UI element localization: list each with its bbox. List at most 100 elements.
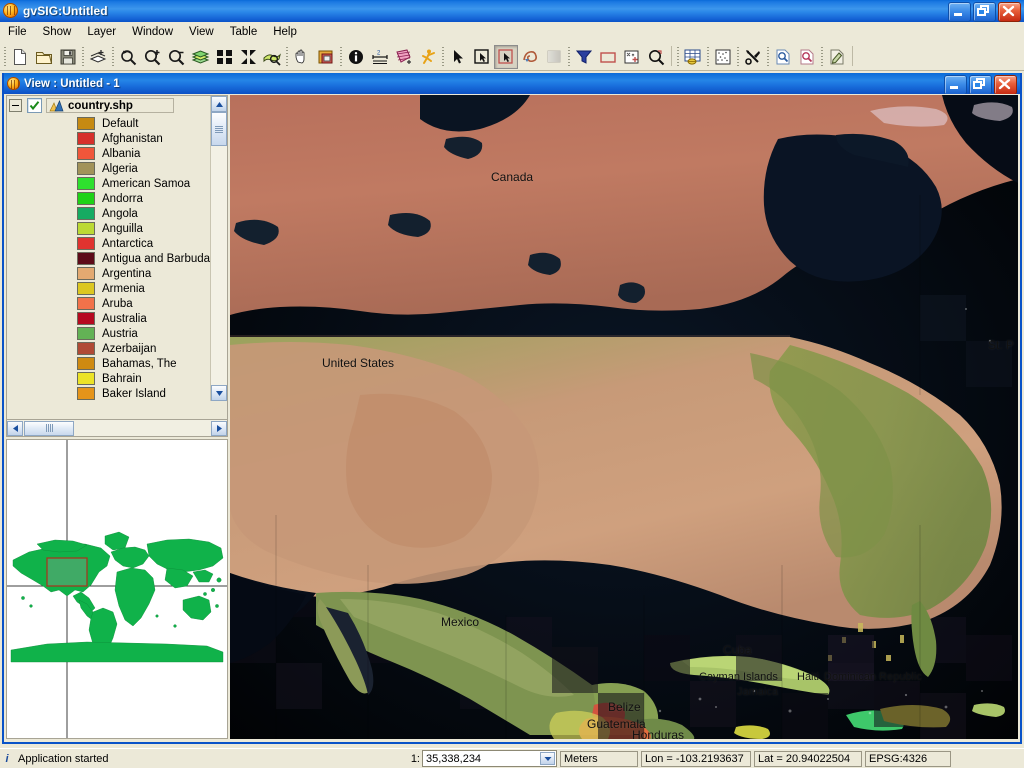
scroll-right-arrow-icon[interactable] (211, 421, 227, 436)
legend-item[interactable]: Azerbaijan (7, 341, 212, 356)
map-canvas[interactable]: CanadaUnited StatesSt. PMexicoCubaCayman… (230, 95, 1018, 739)
legend-item[interactable]: Andorra (7, 191, 212, 206)
layer-tree-root[interactable]: country.shp (7, 96, 212, 115)
projection-field[interactable]: EPSG:4326 (865, 751, 951, 767)
legend-item[interactable]: Australia (7, 311, 212, 326)
info-circle-icon[interactable] (344, 45, 368, 69)
select-by-layer-icon[interactable] (596, 45, 620, 69)
scroll-left-arrow-icon[interactable] (7, 421, 23, 436)
legend-item[interactable]: Bahrain (7, 371, 212, 386)
attribute-table-icon[interactable] (681, 45, 705, 69)
menu-table[interactable]: Table (222, 23, 266, 42)
legend-color-swatch[interactable] (77, 297, 95, 310)
search-magnifier-icon[interactable] (644, 45, 668, 69)
legend-item[interactable]: Bahamas, The (7, 356, 212, 371)
tools-wrench-icon[interactable] (741, 45, 765, 69)
legend-color-swatch[interactable] (77, 282, 95, 295)
legend-color-swatch[interactable] (77, 192, 95, 205)
layers-stack-icon[interactable] (188, 45, 212, 69)
edit-page-pencil-icon[interactable] (825, 45, 849, 69)
legend-item[interactable]: Armenia (7, 281, 212, 296)
full-extent-icon[interactable] (236, 45, 260, 69)
minimize-button[interactable] (948, 2, 971, 22)
filter-funnel-icon[interactable] (572, 45, 596, 69)
chevron-down-icon[interactable] (540, 752, 555, 765)
layer-item-country-shp[interactable]: country.shp (46, 98, 174, 113)
import-page-red-icon[interactable] (795, 45, 819, 69)
legend-item[interactable]: Albania (7, 146, 212, 161)
select-polygon-icon[interactable] (494, 45, 518, 69)
legend-item[interactable]: Antigua and Barbuda (7, 251, 212, 266)
menu-window[interactable]: Window (124, 23, 181, 42)
zoom-out-icon[interactable] (164, 45, 188, 69)
toc-horizontal-scrollbar[interactable] (6, 420, 228, 437)
legend-color-swatch[interactable] (77, 132, 95, 145)
legend-item[interactable]: Antarctica (7, 236, 212, 251)
zoom-back-icon[interactable] (116, 45, 140, 69)
legend-item[interactable]: Aruba (7, 296, 212, 311)
legend-item[interactable]: Baker Island (7, 386, 212, 401)
legend-item[interactable]: Afghanistan (7, 131, 212, 146)
geometry-add-icon[interactable] (620, 45, 644, 69)
arrow-pointer-icon[interactable] (446, 45, 470, 69)
pan-hand-map-icon[interactable] (260, 45, 284, 69)
menu-show[interactable]: Show (35, 23, 80, 42)
select-rectangle-icon[interactable] (470, 45, 494, 69)
clear-selection-icon[interactable] (542, 45, 566, 69)
legend-color-swatch[interactable] (77, 342, 95, 355)
view-title-bar[interactable]: View : Untitled - 1 (4, 73, 1020, 94)
legend-color-swatch[interactable] (77, 207, 95, 220)
restore-button[interactable] (973, 2, 996, 22)
legend-item[interactable]: Austria (7, 326, 212, 341)
legend-color-swatch[interactable] (77, 312, 95, 325)
menu-file[interactable]: File (0, 23, 35, 42)
menu-layer[interactable]: Layer (79, 23, 124, 42)
legend-color-swatch[interactable] (77, 267, 95, 280)
scale-combobox[interactable]: 35,338,234 (422, 750, 557, 767)
export-page-blue-icon[interactable] (771, 45, 795, 69)
floppy-save-icon[interactable] (56, 45, 80, 69)
legend-item[interactable]: Anguilla (7, 221, 212, 236)
close-button[interactable] (998, 2, 1021, 22)
legend-color-swatch[interactable] (77, 387, 95, 400)
toc-scroll-track[interactable] (211, 112, 227, 385)
legend-item[interactable]: Default (7, 116, 212, 131)
legend-color-swatch[interactable] (77, 372, 95, 385)
view-maximize-button[interactable] (969, 75, 992, 95)
legend-item[interactable]: Argentina (7, 266, 212, 281)
collapse-expander-icon[interactable] (9, 99, 22, 112)
legend-color-swatch[interactable] (77, 237, 95, 250)
legend-color-swatch[interactable] (77, 252, 95, 265)
legend-color-swatch[interactable] (77, 147, 95, 160)
legend-color-swatch[interactable] (77, 222, 95, 235)
view-close-button[interactable] (994, 75, 1017, 95)
new-document-icon[interactable] (8, 45, 32, 69)
scroll-up-arrow-icon[interactable] (211, 96, 227, 112)
view-minimize-button[interactable] (944, 75, 967, 95)
legend-color-swatch[interactable] (77, 357, 95, 370)
menu-help[interactable]: Help (265, 23, 305, 42)
legend-color-swatch[interactable] (77, 117, 95, 130)
measure-distance-icon[interactable]: 2 (368, 45, 392, 69)
add-layer-icon[interactable] (86, 45, 110, 69)
map-units-field[interactable]: Meters (560, 751, 638, 767)
select-freehand-icon[interactable] (518, 45, 542, 69)
toc-vertical-scrollbar[interactable] (210, 96, 227, 401)
toc-hscroll-thumb[interactable] (24, 421, 74, 436)
legend-color-swatch[interactable] (77, 162, 95, 175)
scroll-down-arrow-icon[interactable] (211, 385, 227, 401)
legend-item[interactable]: Angola (7, 206, 212, 221)
legend-color-swatch[interactable] (77, 327, 95, 340)
open-folder-icon[interactable] (32, 45, 56, 69)
legend-item[interactable]: Algeria (7, 161, 212, 176)
locator-setup-icon[interactable] (314, 45, 338, 69)
hand-icon[interactable] (290, 45, 314, 69)
hyperlink-runner-icon[interactable] (416, 45, 440, 69)
zoom-selection-icon[interactable] (212, 45, 236, 69)
legend-item[interactable]: American Samoa (7, 176, 212, 191)
toc-scroll-thumb[interactable] (211, 112, 227, 146)
statistics-icon[interactable] (711, 45, 735, 69)
menu-view[interactable]: View (181, 23, 222, 42)
legend-color-swatch[interactable] (77, 177, 95, 190)
zoom-in-icon[interactable] (140, 45, 164, 69)
